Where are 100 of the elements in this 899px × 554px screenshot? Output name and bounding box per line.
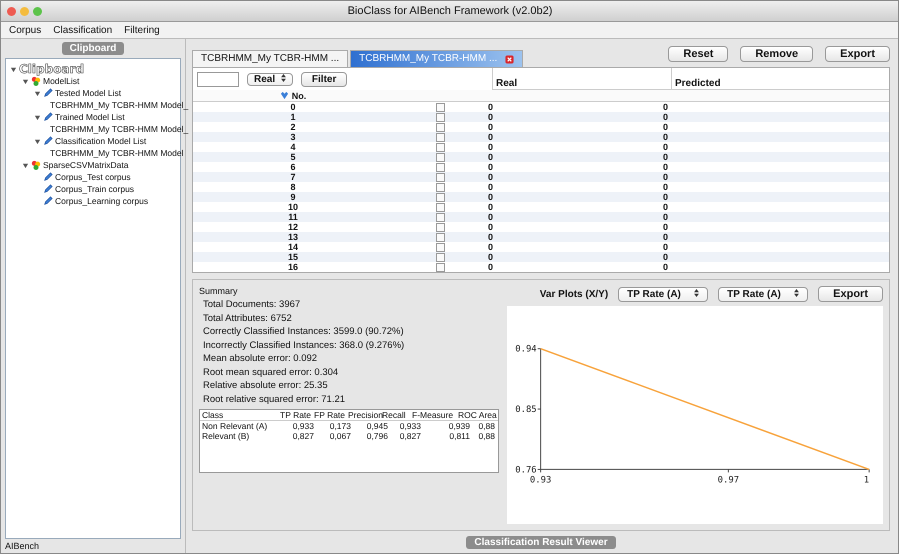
column-header: F-Measure <box>412 410 454 420</box>
table-cell: 0 <box>290 102 296 112</box>
x-variable-select[interactable]: TP Rate (A) <box>618 286 708 302</box>
table-cell-text: 0,796 <box>366 431 389 441</box>
table-cell: 14 <box>288 242 298 252</box>
table-cell-text: 0,811 <box>448 431 471 441</box>
tree-item[interactable]: Trained Model List <box>55 112 125 122</box>
row-checkbox[interactable] <box>436 182 445 192</box>
row-checkbox[interactable] <box>436 102 445 112</box>
row-checkbox[interactable] <box>436 252 445 262</box>
colored-balls-icon <box>31 160 41 170</box>
expand-arrow-icon[interactable] <box>22 162 29 168</box>
row-checkbox[interactable] <box>436 122 445 132</box>
row-checkbox[interactable] <box>436 192 445 202</box>
table-cell: 0 <box>663 212 668 222</box>
close-icon[interactable] <box>505 54 514 64</box>
expand-arrow-icon[interactable] <box>34 90 41 96</box>
table-cell: 0 <box>663 222 668 232</box>
row-checkbox[interactable] <box>436 212 445 222</box>
table-cell: 11 <box>288 212 298 222</box>
table-cell-text: 0,827 <box>292 431 315 441</box>
table-cell: 15 <box>288 252 298 262</box>
table-cell: 0 <box>488 142 494 152</box>
filter-input-field[interactable] <box>197 72 239 86</box>
pencil-icon <box>43 136 53 146</box>
table-cell: 0 <box>488 162 494 172</box>
row-checkbox[interactable] <box>436 172 445 182</box>
table-cell: 0 <box>488 102 494 112</box>
tree-item[interactable]: SparseCSVMatrixData <box>43 160 129 170</box>
table-cell-text: 0,067 <box>328 431 352 441</box>
y-variable-select[interactable]: TP Rate (A) <box>718 286 808 302</box>
row-checkbox[interactable] <box>436 132 445 142</box>
table-cell: 0 <box>663 112 668 122</box>
table-cell: 0 <box>488 152 494 162</box>
tree-item[interactable]: ModelList <box>43 76 80 86</box>
panel-title: Clipboard <box>62 42 124 55</box>
type-select[interactable]: Real <box>247 72 293 86</box>
action-button[interactable]: Reset <box>668 46 728 62</box>
table-cell-text: 0,88 <box>477 421 496 431</box>
tree-item[interactable]: TCBRHMM_My TCBR-HMM Model <box>50 148 184 158</box>
table-cell: 0 <box>488 242 494 252</box>
document-tab[interactable]: TCBRHMM_My TCBR-HMM ... <box>192 50 348 67</box>
status-text: AIBench <box>5 541 40 551</box>
tree-item[interactable]: Classification Model List <box>55 136 146 146</box>
tree-item[interactable]: Tested Model List <box>55 88 122 98</box>
tree-item[interactable]: Clipboard <box>19 62 84 76</box>
row-checkbox[interactable] <box>436 152 445 162</box>
y-tick-label: 0.85 <box>515 405 537 416</box>
table-cell: 0 <box>488 132 494 142</box>
table-cell-text: 0,88 <box>477 431 496 441</box>
tree-item[interactable]: TCBRHMM_My TCBR-HMM Model_ <box>50 124 188 134</box>
expand-arrow-icon[interactable] <box>34 114 41 120</box>
table-cell: 0 <box>488 212 494 222</box>
tree-item[interactable]: Corpus_Learning corpus <box>55 196 148 206</box>
row-checkbox[interactable] <box>436 232 445 242</box>
table-cell: 0 <box>488 172 494 182</box>
close-window-button[interactable] <box>7 6 16 16</box>
tree-item[interactable]: Corpus_Train corpus <box>55 184 134 194</box>
table-cell: 4 <box>290 142 296 152</box>
row-checkbox[interactable] <box>436 142 445 152</box>
column-header: Real <box>496 78 518 89</box>
table-cell: 0 <box>488 232 494 242</box>
row-checkbox[interactable] <box>436 222 445 232</box>
column-header: Precision <box>348 410 382 420</box>
menu-item[interactable]: Classification <box>53 24 112 36</box>
table-cell: 3 <box>290 132 296 142</box>
row-checkbox[interactable] <box>436 262 445 272</box>
action-button[interactable]: Export <box>825 46 890 62</box>
window-title: BioClass for AIBench Framework (v2.0b2) <box>346 5 554 17</box>
up-down-arrows-icon <box>794 288 800 296</box>
filter-button[interactable]: Filter <box>300 72 348 86</box>
menu-item[interactable]: Corpus <box>9 24 42 36</box>
action-button[interactable]: Remove <box>740 46 814 62</box>
expand-arrow-icon[interactable] <box>34 138 41 144</box>
export-button[interactable]: Export <box>818 286 883 302</box>
row-checkbox[interactable] <box>436 202 445 212</box>
up-down-arrows-icon <box>280 74 286 82</box>
summary-line: Correctly Classified Instances: 3599.0 (90.72%) <box>202 325 405 338</box>
tree-item[interactable]: Corpus_Test corpus <box>55 172 131 182</box>
summary-line: Relative absolute error: 25.35 <box>202 379 329 392</box>
table-cell: 8 <box>290 182 296 192</box>
tree-item[interactable]: TCBRHMM_My TCBR-HMM Model_ <box>50 100 188 110</box>
table-cell: 0 <box>663 152 668 162</box>
summary-line: Total Attributes: 6752 <box>202 312 293 325</box>
zoom-window-button[interactable] <box>33 6 42 16</box>
expand-arrow-icon[interactable] <box>22 78 29 84</box>
table-cell: 0 <box>488 182 494 192</box>
table-cell: 0 <box>488 122 494 132</box>
table-cell: 0 <box>663 252 668 262</box>
row-checkbox[interactable] <box>436 242 445 252</box>
table-cell: 7 <box>290 172 296 182</box>
table-cell: 0 <box>663 262 668 272</box>
row-checkbox[interactable] <box>436 162 445 172</box>
expand-arrow-icon[interactable] <box>10 66 17 72</box>
menu-item[interactable]: Filtering <box>124 24 160 36</box>
table-cell: 9 <box>290 192 296 202</box>
table-cell: 0 <box>488 262 494 272</box>
pencil-icon <box>43 88 53 98</box>
x-tick-label: 0.93 <box>530 475 552 486</box>
row-checkbox[interactable] <box>436 112 445 122</box>
